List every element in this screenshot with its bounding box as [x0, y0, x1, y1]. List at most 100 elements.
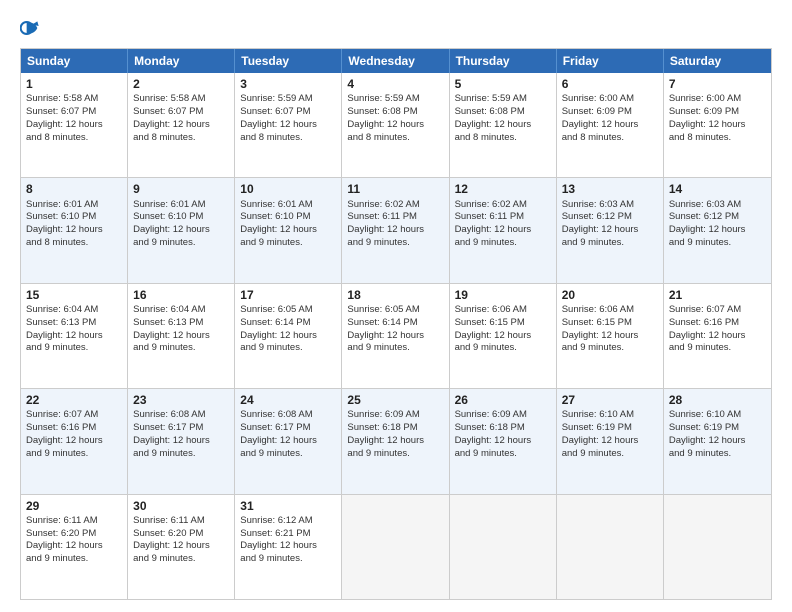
calendar-cell: 20Sunrise: 6:06 AMSunset: 6:15 PMDayligh… — [557, 284, 664, 388]
day-info-line: Sunrise: 6:05 AM — [347, 304, 443, 317]
day-info-line: Daylight: 12 hours — [26, 540, 122, 553]
day-info-line: Sunrise: 5:59 AM — [347, 93, 443, 106]
day-info-line: Daylight: 12 hours — [562, 224, 658, 237]
calendar-cell: 14Sunrise: 6:03 AMSunset: 6:12 PMDayligh… — [664, 178, 771, 282]
calendar-cell: 5Sunrise: 5:59 AMSunset: 6:08 PMDaylight… — [450, 73, 557, 177]
day-number: 15 — [26, 287, 122, 303]
day-info-line: Sunrise: 5:59 AM — [240, 93, 336, 106]
calendar-cell: 12Sunrise: 6:02 AMSunset: 6:11 PMDayligh… — [450, 178, 557, 282]
day-info-line: Sunset: 6:17 PM — [133, 422, 229, 435]
day-number: 30 — [133, 498, 229, 514]
day-number: 1 — [26, 76, 122, 92]
day-number: 17 — [240, 287, 336, 303]
day-info-line: Daylight: 12 hours — [347, 330, 443, 343]
day-info-line: and 9 minutes. — [240, 448, 336, 461]
logo — [20, 18, 44, 38]
weekday-header: Sunday — [21, 49, 128, 73]
calendar-cell: 26Sunrise: 6:09 AMSunset: 6:18 PMDayligh… — [450, 389, 557, 493]
day-info-line: Sunrise: 6:11 AM — [133, 515, 229, 528]
day-info-line: and 8 minutes. — [669, 132, 766, 145]
calendar-cell: 22Sunrise: 6:07 AMSunset: 6:16 PMDayligh… — [21, 389, 128, 493]
day-info-line: and 8 minutes. — [347, 132, 443, 145]
day-info-line: Sunset: 6:15 PM — [562, 317, 658, 330]
calendar-body: 1Sunrise: 5:58 AMSunset: 6:07 PMDaylight… — [21, 73, 771, 599]
day-info-line: Sunset: 6:09 PM — [562, 106, 658, 119]
day-number: 24 — [240, 392, 336, 408]
day-info-line: and 9 minutes. — [455, 237, 551, 250]
day-info-line: Sunrise: 6:01 AM — [133, 199, 229, 212]
day-info-line: and 8 minutes. — [26, 132, 122, 145]
day-info-line: and 9 minutes. — [562, 448, 658, 461]
day-info-line: Daylight: 12 hours — [455, 224, 551, 237]
day-info-line: Daylight: 12 hours — [240, 435, 336, 448]
day-info-line: Sunset: 6:09 PM — [669, 106, 766, 119]
day-info-line: and 9 minutes. — [26, 342, 122, 355]
day-info-line: Daylight: 12 hours — [669, 119, 766, 132]
day-info-line: and 9 minutes. — [562, 237, 658, 250]
day-info-line: Sunset: 6:20 PM — [133, 528, 229, 541]
day-info-line: Sunrise: 6:04 AM — [133, 304, 229, 317]
day-info-line: Daylight: 12 hours — [455, 119, 551, 132]
calendar-cell: 28Sunrise: 6:10 AMSunset: 6:19 PMDayligh… — [664, 389, 771, 493]
day-number: 28 — [669, 392, 766, 408]
day-info-line: Daylight: 12 hours — [347, 119, 443, 132]
day-number: 12 — [455, 181, 551, 197]
day-info-line: Sunrise: 6:07 AM — [26, 409, 122, 422]
calendar-row: 15Sunrise: 6:04 AMSunset: 6:13 PMDayligh… — [21, 283, 771, 388]
day-info-line: Daylight: 12 hours — [240, 224, 336, 237]
day-info-line: Sunset: 6:18 PM — [455, 422, 551, 435]
day-info-line: Sunset: 6:20 PM — [26, 528, 122, 541]
calendar-cell: 7Sunrise: 6:00 AMSunset: 6:09 PMDaylight… — [664, 73, 771, 177]
day-info-line: and 9 minutes. — [347, 448, 443, 461]
weekday-header: Thursday — [450, 49, 557, 73]
logo-icon — [20, 18, 40, 38]
day-info-line: and 9 minutes. — [133, 342, 229, 355]
day-info-line: and 8 minutes. — [562, 132, 658, 145]
day-number: 22 — [26, 392, 122, 408]
day-info-line: and 9 minutes. — [669, 237, 766, 250]
day-info-line: Sunrise: 6:06 AM — [562, 304, 658, 317]
day-info-line: and 9 minutes. — [133, 448, 229, 461]
calendar-cell: 23Sunrise: 6:08 AMSunset: 6:17 PMDayligh… — [128, 389, 235, 493]
calendar-row: 22Sunrise: 6:07 AMSunset: 6:16 PMDayligh… — [21, 388, 771, 493]
calendar-cell: 18Sunrise: 6:05 AMSunset: 6:14 PMDayligh… — [342, 284, 449, 388]
day-info-line: Sunrise: 6:01 AM — [240, 199, 336, 212]
day-info-line: Sunrise: 5:58 AM — [133, 93, 229, 106]
day-info-line: Daylight: 12 hours — [669, 224, 766, 237]
day-info-line: Sunrise: 6:12 AM — [240, 515, 336, 528]
day-info-line: and 9 minutes. — [562, 342, 658, 355]
day-info-line: Sunset: 6:12 PM — [669, 211, 766, 224]
day-info-line: and 9 minutes. — [240, 342, 336, 355]
day-info-line: Sunset: 6:10 PM — [240, 211, 336, 224]
day-info-line: Sunrise: 6:10 AM — [562, 409, 658, 422]
day-info-line: Daylight: 12 hours — [133, 435, 229, 448]
day-info-line: Sunrise: 6:00 AM — [562, 93, 658, 106]
calendar-cell — [450, 495, 557, 599]
calendar-cell: 24Sunrise: 6:08 AMSunset: 6:17 PMDayligh… — [235, 389, 342, 493]
day-number: 3 — [240, 76, 336, 92]
day-info-line: and 9 minutes. — [133, 553, 229, 566]
day-info-line: Sunset: 6:19 PM — [669, 422, 766, 435]
day-info-line: Sunrise: 6:07 AM — [669, 304, 766, 317]
day-number: 14 — [669, 181, 766, 197]
day-info-line: Daylight: 12 hours — [347, 435, 443, 448]
day-info-line: Sunrise: 5:59 AM — [455, 93, 551, 106]
day-info-line: and 9 minutes. — [347, 342, 443, 355]
day-info-line: Daylight: 12 hours — [347, 224, 443, 237]
calendar-cell: 2Sunrise: 5:58 AMSunset: 6:07 PMDaylight… — [128, 73, 235, 177]
calendar-cell: 29Sunrise: 6:11 AMSunset: 6:20 PMDayligh… — [21, 495, 128, 599]
day-info-line: Sunrise: 6:00 AM — [669, 93, 766, 106]
day-info-line: Daylight: 12 hours — [455, 330, 551, 343]
day-number: 21 — [669, 287, 766, 303]
day-info-line: Sunset: 6:11 PM — [455, 211, 551, 224]
calendar-cell: 31Sunrise: 6:12 AMSunset: 6:21 PMDayligh… — [235, 495, 342, 599]
day-info-line: Sunrise: 6:08 AM — [133, 409, 229, 422]
calendar: SundayMondayTuesdayWednesdayThursdayFrid… — [20, 48, 772, 600]
day-info-line: Sunrise: 6:03 AM — [562, 199, 658, 212]
day-info-line: Sunset: 6:13 PM — [26, 317, 122, 330]
day-info-line: Sunset: 6:12 PM — [562, 211, 658, 224]
day-number: 2 — [133, 76, 229, 92]
calendar-cell: 13Sunrise: 6:03 AMSunset: 6:12 PMDayligh… — [557, 178, 664, 282]
day-number: 27 — [562, 392, 658, 408]
day-info-line: Sunset: 6:13 PM — [133, 317, 229, 330]
